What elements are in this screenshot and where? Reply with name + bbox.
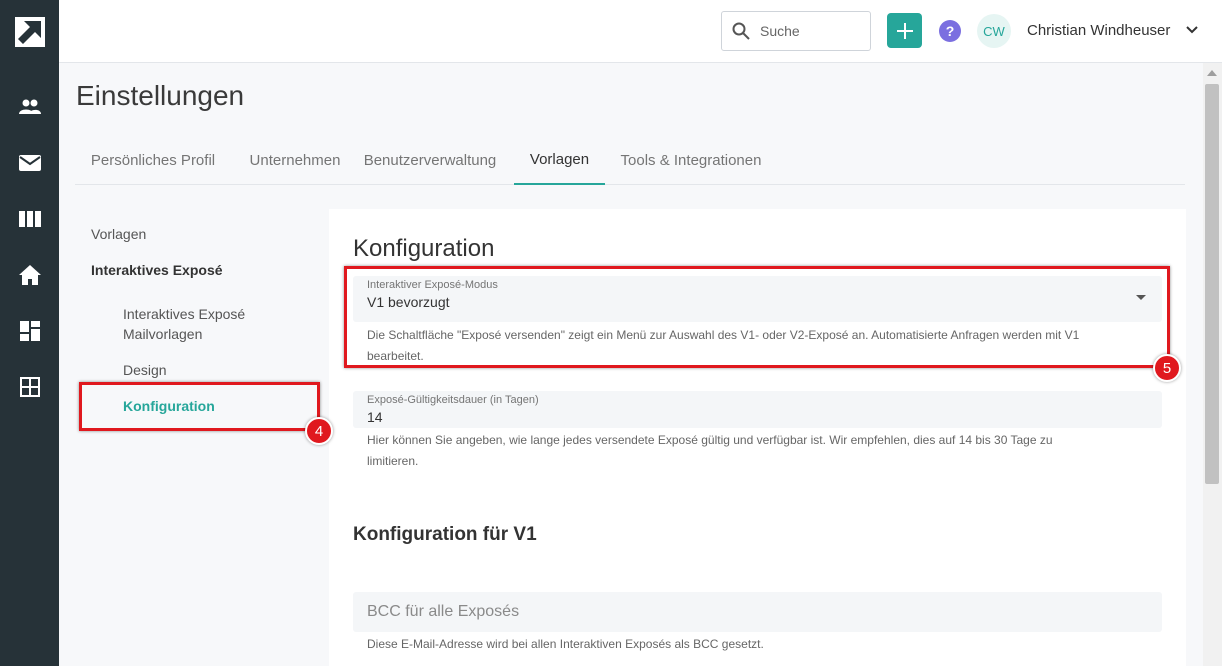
plus-icon: [896, 22, 913, 39]
top-bar: Suche ? CW Christian Windheuser: [59, 0, 1222, 63]
sidenav-design[interactable]: Design: [123, 360, 167, 380]
expose-validity-help-line2: limitieren.: [367, 454, 419, 468]
search-box[interactable]: Suche: [721, 11, 871, 51]
sidenav-mailvorlagen-line1: Interaktives Exposé: [123, 306, 246, 322]
bcc-input[interactable]: BCC für alle Exposés: [367, 603, 519, 621]
contacts-icon: [18, 99, 41, 114]
sidenav-interaktives-expose[interactable]: Interaktives Exposé: [91, 260, 223, 280]
help-icon[interactable]: ?: [939, 20, 961, 42]
tab-benutzerverwaltung[interactable]: Benutzerverwaltung: [357, 136, 503, 185]
rail-grid[interactable]: [0, 372, 59, 402]
search-icon: [732, 22, 750, 40]
highlight-box-konfiguration: [79, 382, 320, 431]
rail-home[interactable]: [0, 260, 59, 290]
logo-arrow-icon: [14, 16, 45, 47]
page-title: Einstellungen: [76, 80, 245, 111]
highlight-box-expose-mode: [344, 266, 1170, 368]
expose-validity-field[interactable]: Exposé-Gültigkeitsdauer (in Tagen) 14: [353, 391, 1162, 428]
mail-icon: [18, 155, 41, 171]
sidenav-mailvorlagen[interactable]: Interaktives Exposé Mailvorlagen: [123, 304, 245, 344]
home-icon: [18, 265, 41, 285]
rail-columns[interactable]: [0, 204, 59, 234]
expose-validity-label: Exposé-Gültigkeitsdauer (in Tagen): [367, 394, 539, 406]
bcc-field[interactable]: BCC für alle Exposés: [353, 592, 1162, 632]
tab-persoenliches-profil[interactable]: Persönliches Profil: [75, 136, 231, 185]
sidenav-mailvorlagen-line2: Mailvorlagen: [123, 326, 203, 342]
tab-unternehmen[interactable]: Unternehmen: [235, 136, 355, 185]
step-marker-5: 5: [1153, 354, 1181, 382]
scroll-up-icon[interactable]: [1207, 70, 1217, 76]
expose-validity-help-line1: Hier können Sie angeben, wie lange jedes…: [367, 433, 1053, 447]
card-title: Konfiguration: [353, 235, 495, 262]
rail-dashboard[interactable]: [0, 316, 59, 346]
bcc-help: Diese E-Mail-Adresse wird bei allen Inte…: [367, 637, 764, 651]
grid-icon: [19, 377, 40, 397]
expose-validity-help: Hier können Sie angeben, wie lange jedes…: [367, 430, 1147, 472]
expose-validity-value[interactable]: 14: [367, 409, 383, 425]
dashboard-icon: [19, 321, 40, 341]
avatar[interactable]: CW: [977, 14, 1011, 48]
tab-vorlagen[interactable]: Vorlagen: [514, 136, 605, 185]
v1-section-title: Konfiguration für V1: [353, 524, 537, 545]
scrollbar-thumb[interactable]: [1205, 84, 1219, 484]
tab-tools-integrationen[interactable]: Tools & Integrationen: [613, 136, 769, 185]
search-input[interactable]: Suche: [760, 23, 800, 39]
columns-icon: [18, 211, 41, 227]
rail-mail[interactable]: [0, 148, 59, 178]
sidenav-vorlagen[interactable]: Vorlagen: [91, 224, 146, 244]
app-logo[interactable]: [0, 0, 59, 63]
step-marker-4: 4: [305, 417, 333, 445]
rail-contacts[interactable]: [0, 92, 59, 122]
left-rail: [0, 0, 59, 666]
user-name[interactable]: Christian Windheuser: [1027, 22, 1170, 39]
add-button[interactable]: [887, 13, 922, 48]
settings-tabs: Persönliches Profil Unternehmen Benutzer…: [75, 136, 1185, 185]
chevron-down-icon[interactable]: [1185, 22, 1199, 40]
